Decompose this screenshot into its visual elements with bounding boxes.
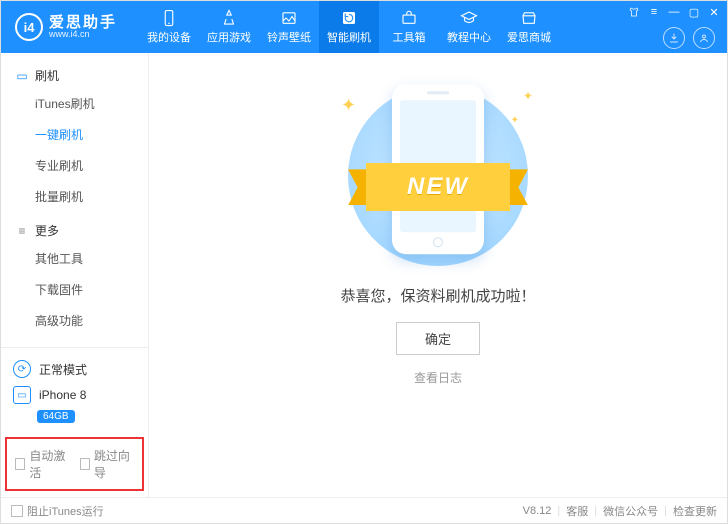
- sidebar-section-title: 更多: [35, 222, 59, 239]
- checkbox-icon: [80, 458, 90, 470]
- wechat-link[interactable]: 微信公众号: [603, 503, 658, 519]
- nav-ringtone-wallpaper[interactable]: 铃声壁纸: [259, 1, 319, 53]
- nav-smart-flash[interactable]: 智能刷机: [319, 1, 379, 53]
- logo-icon: i4: [15, 13, 43, 41]
- checkbox-label: 跳过向导: [94, 447, 134, 481]
- sparkle-icon: ✦: [341, 95, 356, 116]
- nav-label: 教程中心: [447, 29, 491, 45]
- minimize-button[interactable]: ―: [667, 5, 681, 19]
- sidebar-item-advanced[interactable]: 高级功能: [1, 305, 148, 336]
- logo-title: 爱思助手: [49, 15, 117, 30]
- window-controls: ≡ ― ▢ ✕: [627, 5, 721, 19]
- success-message: 恭喜您，保资料刷机成功啦！: [340, 285, 535, 306]
- nav-label: 智能刷机: [327, 29, 371, 45]
- sidebar-item-pro-flash[interactable]: 专业刷机: [1, 150, 148, 181]
- ok-button[interactable]: 确定: [396, 322, 480, 355]
- storage-badge: 64GB: [37, 410, 75, 423]
- sidebar-item-download-firmware[interactable]: 下载固件: [1, 274, 148, 305]
- body: ▭ 刷机 iTunes刷机 一键刷机 专业刷机 批量刷机 ≡ 更多 其他工具 下…: [1, 53, 727, 497]
- refresh-icon: [340, 9, 358, 27]
- nav-label: 爱思商城: [507, 29, 551, 45]
- nav-toolbox[interactable]: 工具箱: [379, 1, 439, 53]
- more-icon: ≡: [15, 224, 29, 238]
- nav-label: 铃声壁纸: [267, 29, 311, 45]
- app-window: i4 爱思助手 www.i4.cn 我的设备 应用游戏 铃声壁纸 智能刷机: [0, 0, 728, 524]
- block-itunes-checkbox[interactable]: 阻止iTunes运行: [11, 503, 104, 519]
- titlebar: i4 爱思助手 www.i4.cn 我的设备 应用游戏 铃声壁纸 智能刷机: [1, 1, 727, 53]
- checkbox-icon: [15, 458, 25, 470]
- nav-label: 我的设备: [147, 29, 191, 45]
- nav-label: 应用游戏: [207, 29, 251, 45]
- logo-subtitle: www.i4.cn: [49, 30, 117, 39]
- top-nav: 我的设备 应用游戏 铃声壁纸 智能刷机 工具箱 教程中心: [139, 1, 559, 53]
- auto-activate-checkbox[interactable]: 自动激活: [15, 447, 70, 481]
- support-link[interactable]: 客服: [566, 503, 588, 519]
- download-button[interactable]: [663, 27, 685, 49]
- menu-button[interactable]: ≡: [647, 5, 661, 19]
- sidebar-item-oneclick-flash[interactable]: 一键刷机: [1, 119, 148, 150]
- sparkle-icon: ✦: [511, 115, 519, 126]
- nav-tutorials[interactable]: 教程中心: [439, 1, 499, 53]
- view-log-link[interactable]: 查看日志: [414, 369, 462, 386]
- device-mode-label: 正常模式: [39, 361, 87, 378]
- main-content: ✦ ✦ ✦ NEW 恭喜您，保资料刷机成功啦！ 确定 查看日志: [149, 53, 727, 497]
- checkbox-icon: [11, 505, 23, 517]
- nav-label: 工具箱: [393, 29, 426, 45]
- checkbox-label: 自动激活: [29, 447, 69, 481]
- nav-apps-games[interactable]: 应用游戏: [199, 1, 259, 53]
- user-button[interactable]: [693, 27, 715, 49]
- statusbar: 阻止iTunes运行 V8.12 | 客服 | 微信公众号 | 检查更新: [1, 497, 727, 523]
- sidebar-section-flash: ▭ 刷机 iTunes刷机 一键刷机 专业刷机 批量刷机: [1, 63, 148, 212]
- appstore-icon: [220, 9, 238, 27]
- version-label: V8.12: [523, 505, 552, 517]
- logo: i4 爱思助手 www.i4.cn: [1, 13, 131, 41]
- sparkle-icon: ✦: [523, 89, 533, 103]
- checkbox-label: 阻止iTunes运行: [27, 503, 104, 519]
- phone-icon: ▭: [15, 69, 29, 83]
- device-icon: ▭: [13, 386, 31, 404]
- graduation-cap-icon: [460, 9, 478, 27]
- flash-options-highlight: 自动激活 跳过向导: [5, 437, 144, 491]
- device-mode[interactable]: ⟳ 正常模式: [11, 356, 138, 382]
- nav-my-device[interactable]: 我的设备: [139, 1, 199, 53]
- maximize-button[interactable]: ▢: [687, 5, 701, 19]
- close-button[interactable]: ✕: [707, 5, 721, 19]
- skin-button[interactable]: [627, 5, 641, 19]
- sidebar-device-panel: ⟳ 正常模式 ▭ iPhone 8 64GB: [1, 347, 148, 431]
- mode-icon: ⟳: [13, 360, 31, 378]
- phone-icon: [160, 9, 178, 27]
- sidebar-section-title: 刷机: [35, 67, 59, 84]
- new-ribbon: NEW: [348, 163, 528, 211]
- success-illustration: ✦ ✦ ✦ NEW: [323, 81, 553, 271]
- image-icon: [280, 9, 298, 27]
- device-name: iPhone 8: [39, 388, 86, 402]
- device-entry[interactable]: ▭ iPhone 8: [11, 382, 138, 408]
- sidebar-section-more: ≡ 更多 其他工具 下载固件 高级功能: [1, 218, 148, 336]
- sidebar-item-itunes-flash[interactable]: iTunes刷机: [1, 88, 148, 119]
- ribbon-text: NEW: [366, 163, 510, 211]
- sidebar-item-other-tools[interactable]: 其他工具: [1, 243, 148, 274]
- toolbox-icon: [400, 9, 418, 27]
- store-icon: [520, 9, 538, 27]
- sidebar-item-batch-flash[interactable]: 批量刷机: [1, 181, 148, 212]
- sidebar: ▭ 刷机 iTunes刷机 一键刷机 专业刷机 批量刷机 ≡ 更多 其他工具 下…: [1, 53, 149, 497]
- skip-guide-checkbox[interactable]: 跳过向导: [80, 447, 135, 481]
- check-update-link[interactable]: 检查更新: [673, 503, 717, 519]
- nav-store[interactable]: 爱思商城: [499, 1, 559, 53]
